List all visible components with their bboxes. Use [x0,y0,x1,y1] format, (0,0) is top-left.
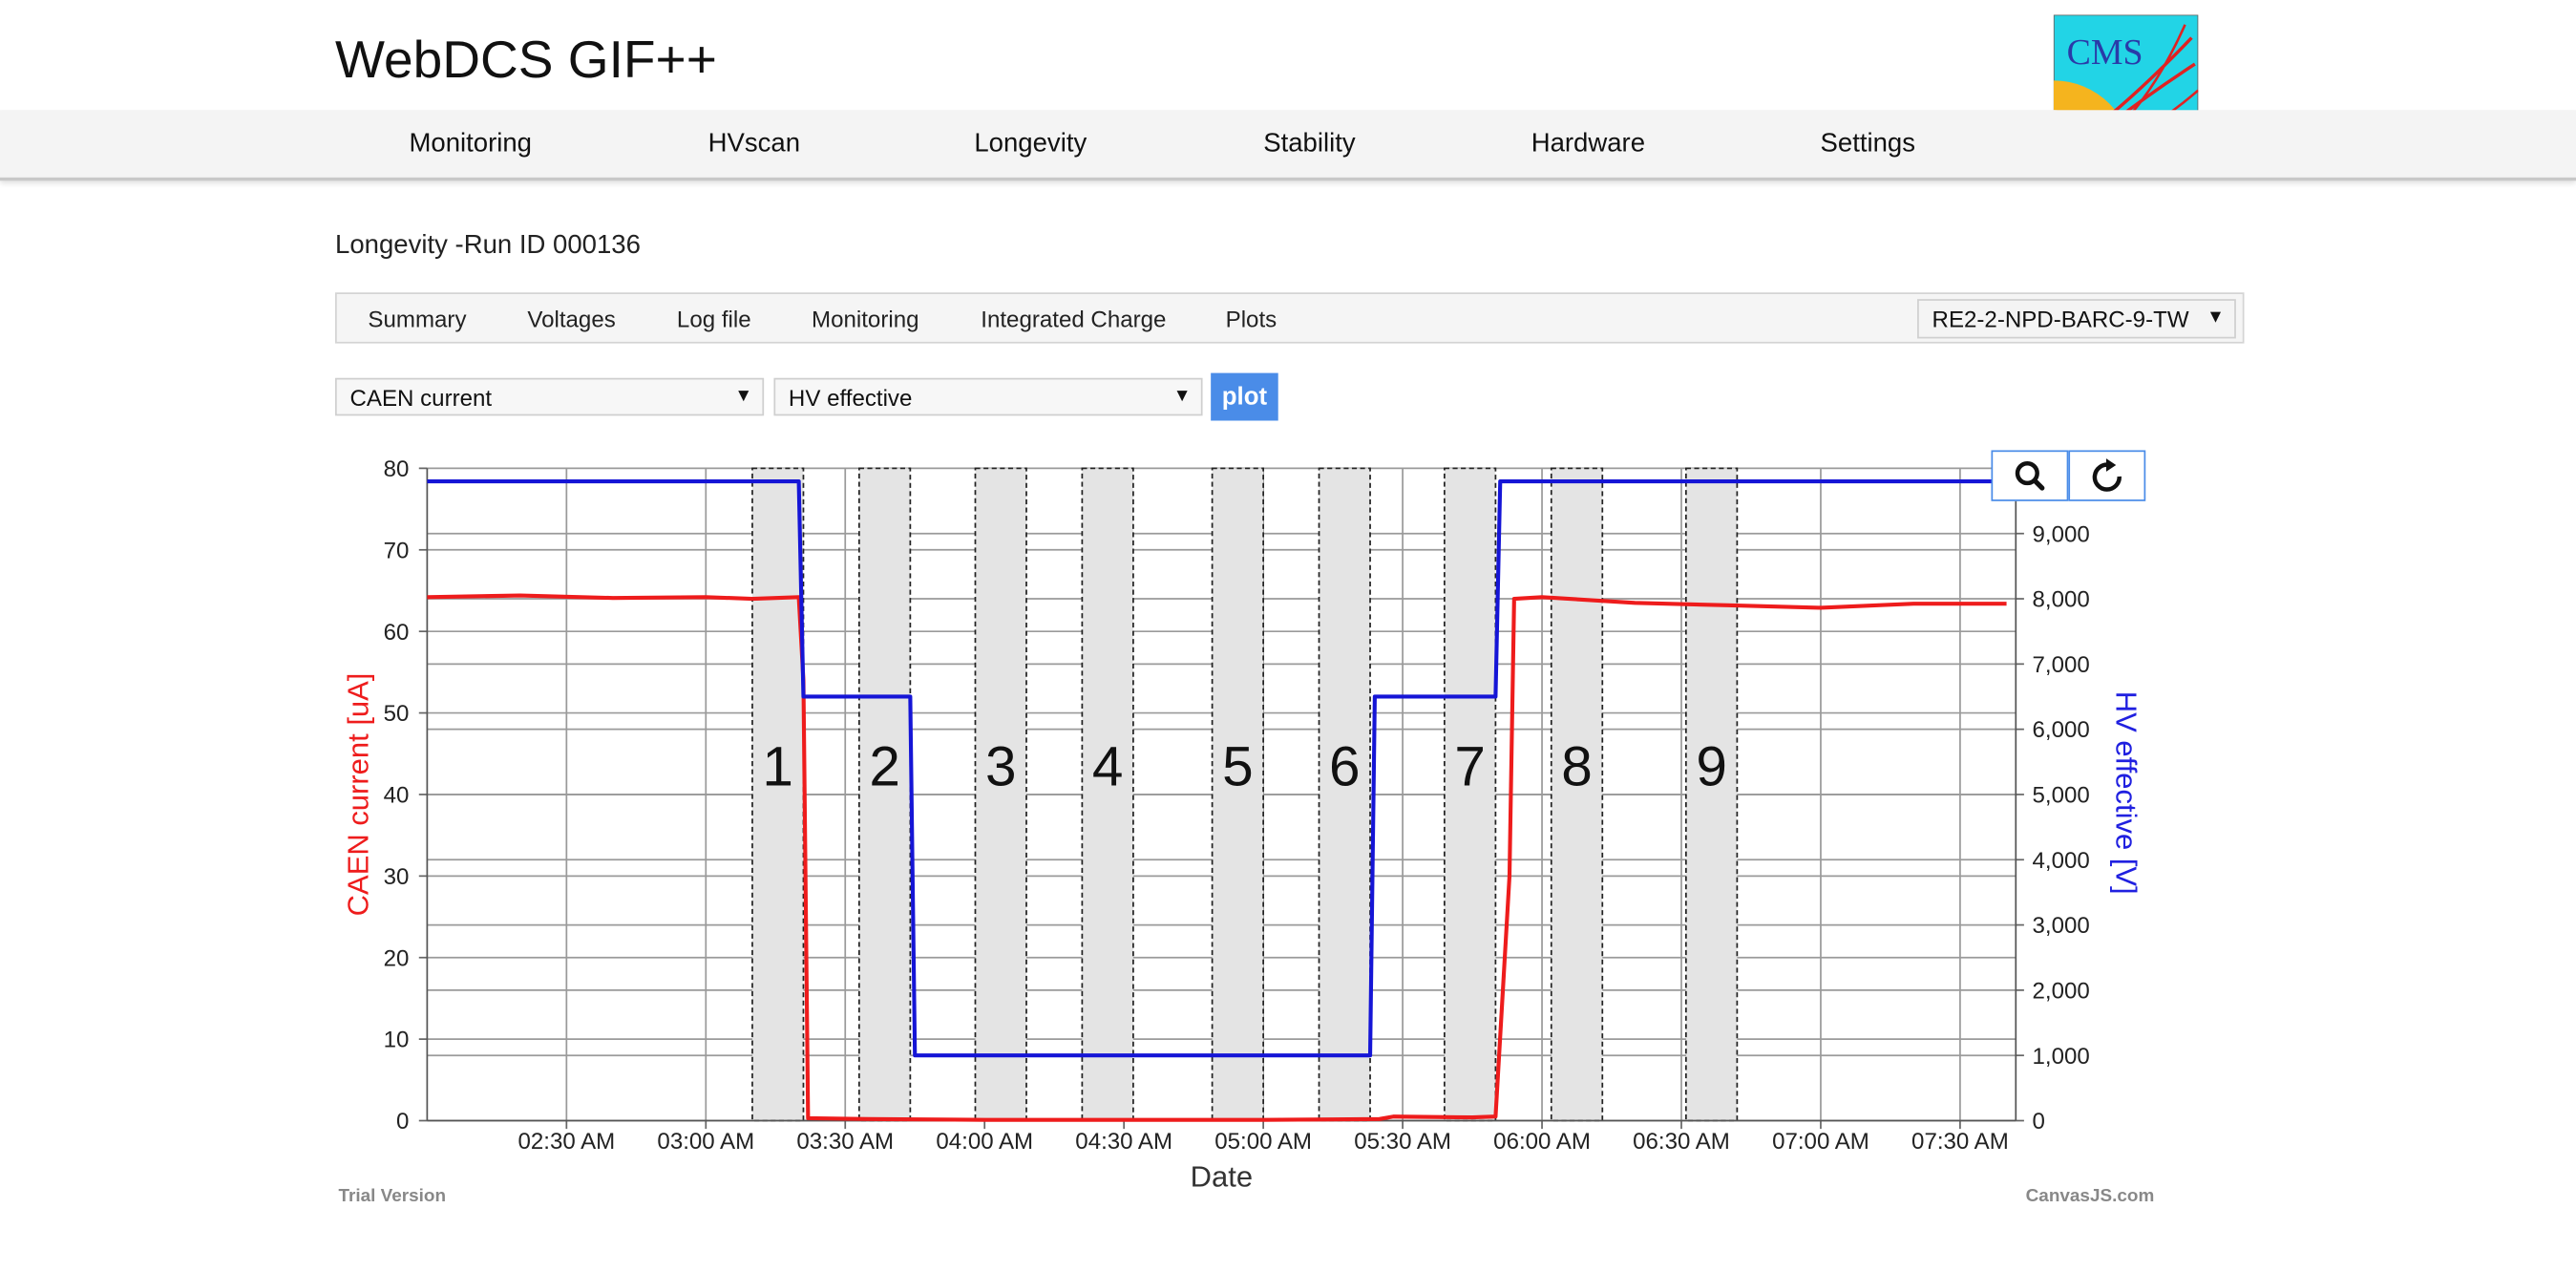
tab-summary[interactable]: Summary [368,306,466,332]
x-axis-title: Date [1191,1159,1253,1193]
y2-tick-label: 1,000 [2033,1044,2090,1070]
reset-button[interactable] [2068,450,2146,501]
band-label-8: 8 [1561,735,1593,797]
y1-variable-select[interactable]: CAEN current ▼ [335,377,765,416]
nav-longevity[interactable]: Longevity [974,130,1087,159]
y2-variable-select[interactable]: HV effective ▼ [773,377,1203,416]
band-label-1: 1 [762,735,793,797]
nav-hardware[interactable]: Hardware [1531,130,1645,159]
x-tick-label: 07:00 AM [1772,1129,1869,1155]
svg-text:CMS: CMS [2067,32,2143,73]
y-tick-label: 10 [384,1028,410,1053]
x-tick-label: 06:00 AM [1493,1129,1591,1155]
chevron-down-icon: ▼ [2206,307,2225,328]
tab-voltages[interactable]: Voltages [527,306,615,332]
y2-tick-label: 3,000 [2033,913,2090,939]
y-tick-label: 40 [384,783,410,809]
y2-tick-label: 5,000 [2033,783,2090,809]
page-heading: Longevity -Run ID 000136 [335,231,641,260]
y2-select-value: HV effective [788,384,913,412]
nav-stability[interactable]: Stability [1263,130,1355,159]
longevity-chart: 0 10 20 30 40 50 60 70 80 0 1,000 2,000 3,000 4,000 5,… [341,456,2143,1193]
x-tick-label: 02:30 AM [517,1129,615,1155]
nav-hvscan[interactable]: HVscan [708,130,800,159]
band-label-2: 2 [869,735,900,797]
x-tick-label: 03:30 AM [796,1129,894,1155]
y1-select-value: CAEN current [349,384,493,412]
nav-monitoring[interactable]: Monitoring [409,130,532,159]
detector-select-value: RE2-2-NPD-BARC-9-TW [1932,306,2189,332]
nav-settings[interactable]: Settings [1821,130,1915,159]
x-tick-label: 05:00 AM [1214,1129,1312,1155]
y-tick-label: 60 [384,620,410,646]
y2-tick-label: 8,000 [2033,587,2090,613]
trial-version-note: Trial Version [338,1186,447,1206]
site-title: WebDCS GIF++ [335,29,717,89]
plot-button[interactable]: plot [1211,372,1278,421]
band-label-6: 6 [1329,735,1361,797]
tab-plots[interactable]: Plots [1226,306,1277,332]
tab-integrated-charge[interactable]: Integrated Charge [981,306,1166,332]
band-label-3: 3 [985,735,1017,797]
y2-tick-label: 7,000 [2033,652,2090,678]
reset-icon [2092,458,2122,492]
y-tick-label: 30 [384,864,410,890]
canvasjs-credit[interactable]: CanvasJS.com [2026,1186,2155,1206]
chevron-down-icon: ▼ [734,386,753,407]
y-axis-title: CAEN current [uA] [341,673,374,917]
y2-tick-label: 4,000 [2033,848,2090,874]
tab-log-file[interactable]: Log file [677,306,751,332]
main-navbar: Monitoring HVscan Longevity Stability Ha… [0,110,2576,181]
y-tick-label: 0 [396,1109,409,1134]
x-tick-label: 06:30 AM [1633,1129,1730,1155]
y2-tick-label: 6,000 [2033,717,2090,743]
y2-tick-label: 9,000 [2033,521,2090,547]
x-tick-label: 05:30 AM [1354,1129,1451,1155]
y-tick-label: 50 [384,701,410,727]
y-tick-label: 20 [384,945,410,971]
zoom-button[interactable] [1991,450,2069,501]
x-tick-label: 04:00 AM [936,1129,1033,1155]
tab-monitoring[interactable]: Monitoring [812,306,918,332]
band-label-4: 4 [1092,735,1124,797]
x-tick-label: 07:30 AM [1911,1129,2009,1155]
run-subnav: Summary Voltages Log file Monitoring Int… [335,292,2245,344]
x-tick-label: 03:00 AM [657,1129,754,1155]
y2-axis-title: HV effective [V] [2109,691,2143,895]
y2-tick-label: 0 [2033,1109,2045,1134]
y2-tick-label: 2,000 [2033,978,2090,1004]
chevron-down-icon: ▼ [1172,386,1192,407]
search-icon [2015,461,2045,491]
band-label-5: 5 [1222,735,1254,797]
band-label-7: 7 [1454,735,1486,797]
x-tick-label: 04:30 AM [1075,1129,1172,1155]
y-tick-label: 70 [384,538,410,563]
detector-select[interactable]: RE2-2-NPD-BARC-9-TW ▼ [1917,299,2236,339]
band-label-9: 9 [1696,735,1727,797]
y-tick-label: 80 [384,456,410,482]
